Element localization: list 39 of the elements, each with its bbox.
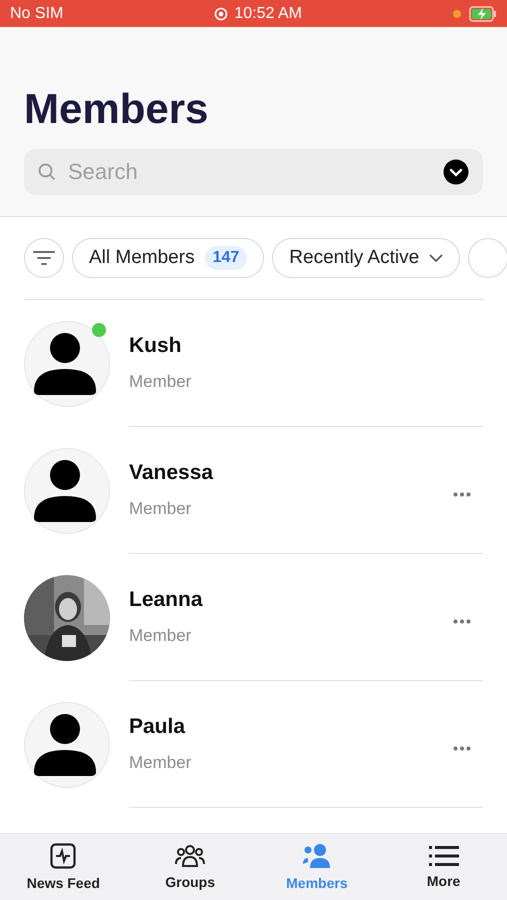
location-icon	[214, 6, 228, 20]
more-icon[interactable]	[453, 492, 471, 497]
more-icon[interactable]	[453, 746, 471, 751]
group-icon	[175, 844, 206, 868]
tab-button[interactable]: Groups	[126, 834, 254, 900]
more-icon[interactable]	[453, 619, 471, 624]
search-bar[interactable]: Search	[24, 149, 483, 195]
tab-button[interactable]: More	[380, 834, 507, 900]
battery-icon	[468, 6, 497, 22]
avatar-icon	[24, 448, 110, 534]
chip-label: Recently Active	[289, 247, 420, 269]
member-name: Leanna	[129, 588, 204, 612]
tab-button[interactable]: News Feed	[0, 834, 127, 900]
search-icon	[38, 163, 56, 181]
member-name: Kush	[129, 334, 182, 358]
search-field[interactable]: Search	[66, 158, 433, 186]
chip-label: All Members	[89, 247, 195, 269]
filter-chip[interactable]: Recently Active	[272, 238, 460, 278]
activity-icon	[50, 843, 76, 869]
list-icon	[428, 845, 459, 867]
chevron-down-icon[interactable]	[443, 159, 469, 185]
indicator-dot	[452, 10, 461, 18]
chevron-down-icon	[429, 254, 444, 262]
member-name: Vanessa	[129, 461, 214, 485]
member-name: Paula	[129, 715, 186, 739]
page-title: Members	[24, 87, 210, 131]
time-label: 10:52 AM	[234, 4, 302, 22]
member-role: Member	[129, 372, 192, 392]
filter-button[interactable]	[24, 238, 64, 278]
filter-icon	[33, 250, 55, 266]
avatar-icon	[24, 320, 110, 406]
member-role: Member	[129, 626, 192, 646]
filter-chip[interactable]: All Members 147	[72, 238, 264, 278]
carrier-label: No SIM	[10, 4, 64, 22]
avatar-icon	[24, 702, 110, 788]
member-role: Member	[129, 499, 192, 519]
count-badge: 147	[204, 246, 248, 270]
people-icon	[302, 843, 332, 869]
member-role: Member	[129, 753, 192, 773]
